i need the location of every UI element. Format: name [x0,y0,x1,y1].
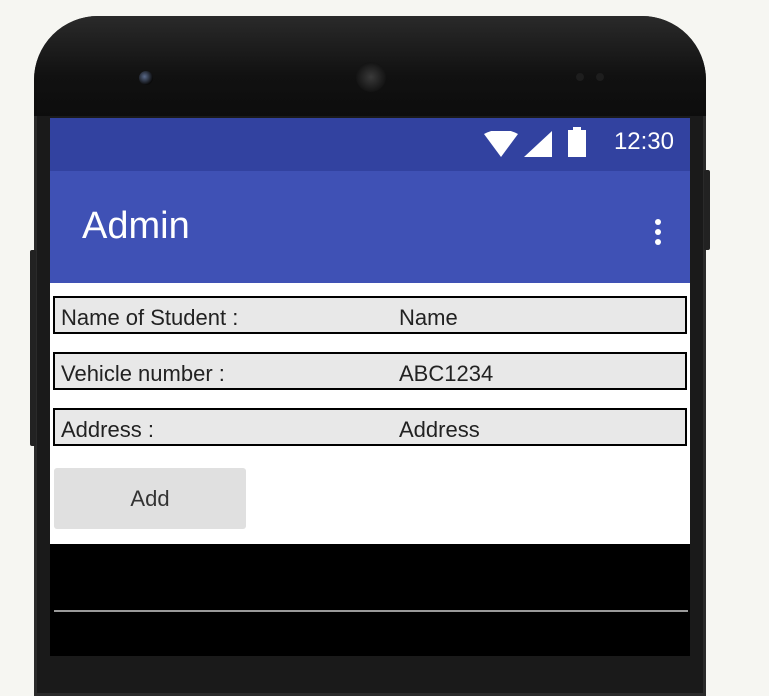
student-name-label: Name of Student : [61,305,239,330]
add-button[interactable]: Add [54,468,246,529]
more-vert-icon[interactable] [654,219,662,249]
address-label: Address : [61,417,154,442]
form-row-student-name: Name of Student : Name [53,296,687,334]
vehicle-number-value[interactable]: ABC1234 [399,361,493,387]
form-row-vehicle-number: Vehicle number : ABC1234 [53,352,687,390]
app-title: Admin [82,205,190,247]
vehicle-number-label: Vehicle number : [61,361,225,386]
front-camera-icon [139,71,153,85]
light-sensor-icon [596,73,604,81]
phone-side-button-left [30,250,36,446]
student-name-value[interactable]: Name [399,305,458,331]
earpiece-speaker-icon [356,62,386,92]
wifi-icon [484,131,518,157]
battery-icon [568,127,586,157]
address-value[interactable]: Address [399,417,480,443]
phone-top-bezel [34,16,706,116]
status-bar: 12:30 [50,118,690,171]
status-time: 12:30 [613,128,674,155]
signal-icon [524,131,552,157]
phone-side-button-right [704,170,710,250]
phone-screen: 12:30 Admin Name of Student : Name Vehic… [50,118,690,544]
divider [54,610,688,612]
form-row-address: Address : Address [53,408,687,446]
screen-bottom-area [50,544,690,656]
app-bar: Admin [50,171,690,283]
proximity-sensor-icon [576,73,584,81]
